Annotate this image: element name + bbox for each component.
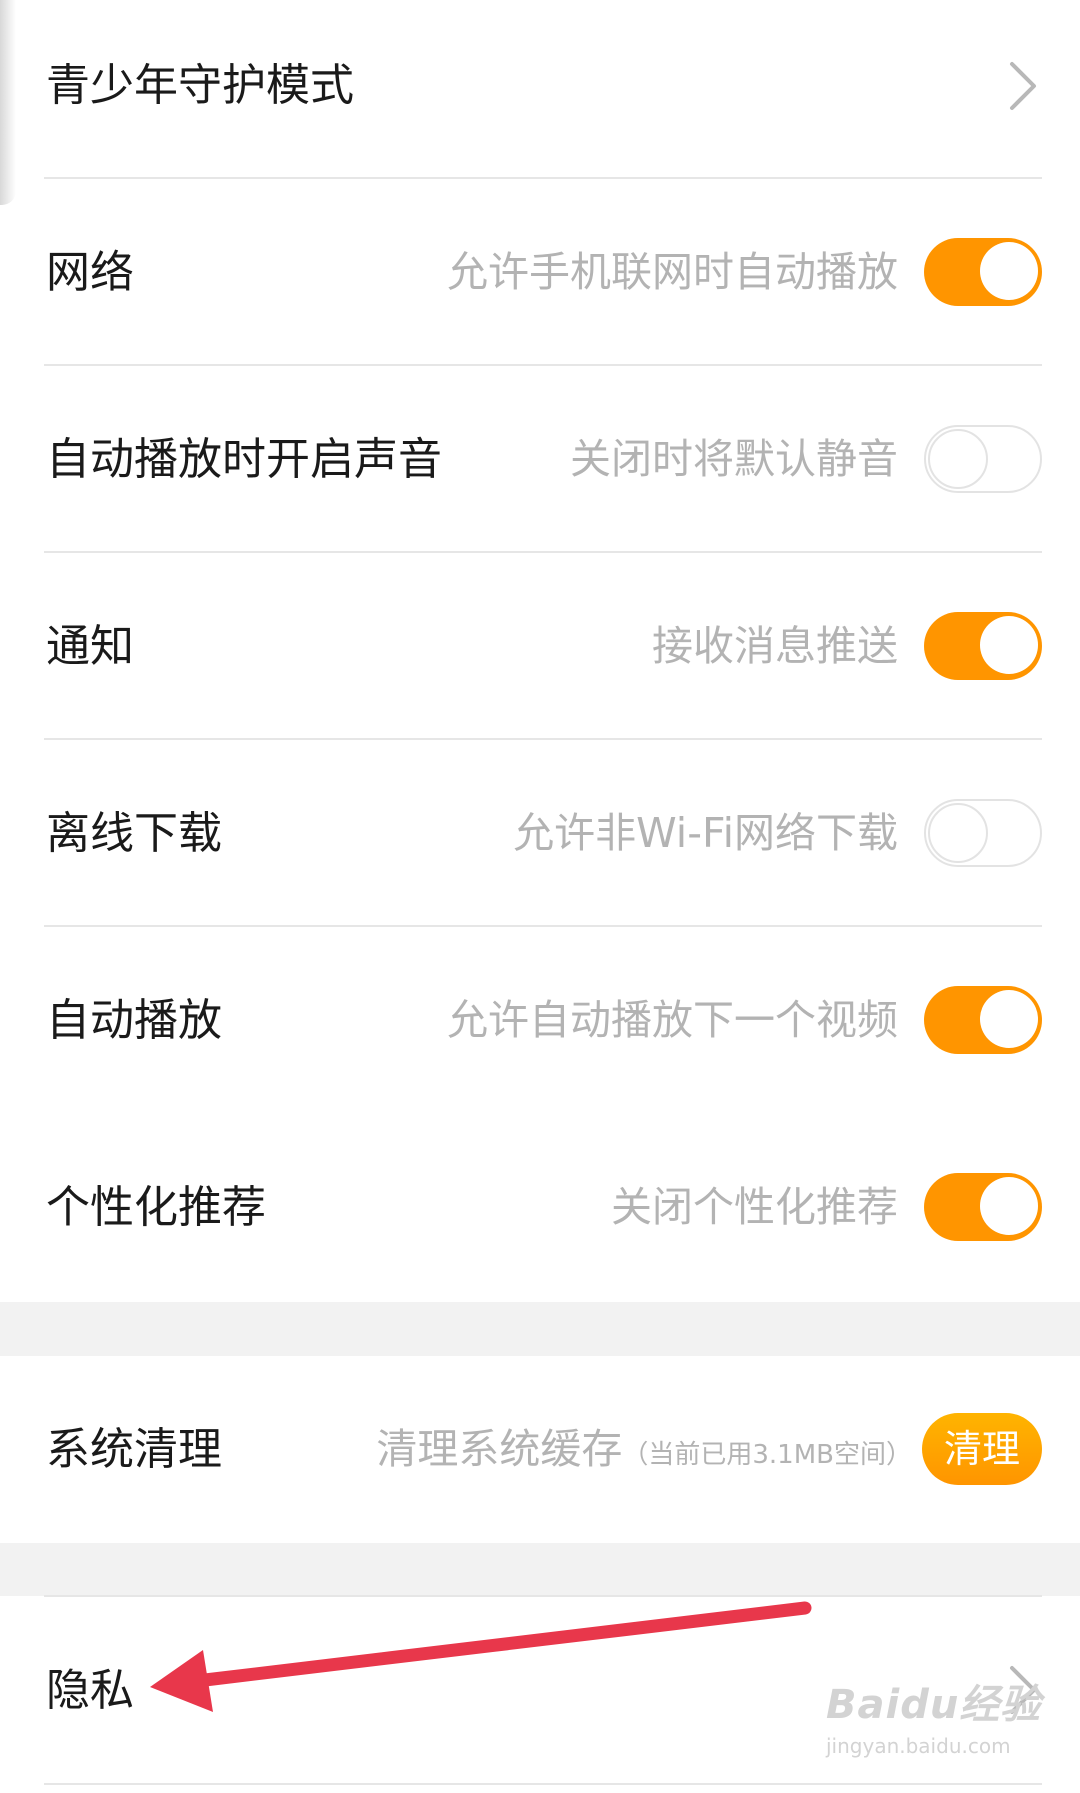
baidu-watermark: Baidu经验 jingyan.baidu.com	[826, 1672, 1046, 1782]
watermark-url: jingyan.baidu.com	[826, 1734, 1011, 1758]
annotation-arrow-icon	[150, 1601, 812, 1712]
watermark-logo: Baidu经验	[826, 1682, 1042, 1728]
